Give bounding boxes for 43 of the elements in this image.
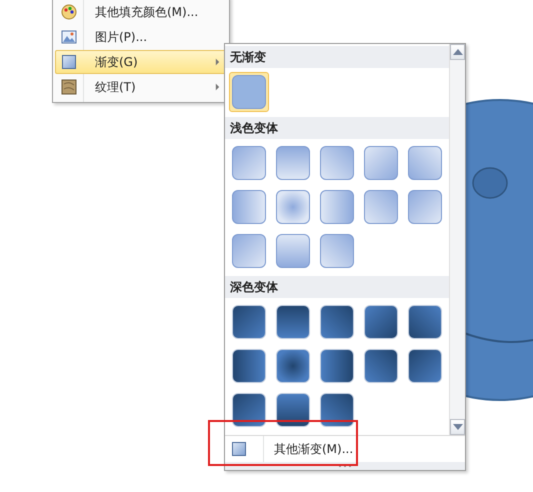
down-arrow-icon bbox=[452, 424, 462, 430]
gradient-square-icon bbox=[61, 54, 77, 70]
gradient-swatch[interactable] bbox=[317, 187, 357, 227]
gradient-swatch[interactable] bbox=[229, 302, 269, 342]
gradient-swatch[interactable] bbox=[229, 187, 269, 227]
gradient-swatch[interactable] bbox=[405, 187, 445, 227]
gradient-swatch[interactable] bbox=[405, 346, 445, 386]
section-header: 无渐变 bbox=[225, 46, 449, 68]
gradient-swatch[interactable] bbox=[317, 346, 357, 386]
gradient-swatch[interactable] bbox=[273, 187, 313, 227]
gradient-swatch[interactable] bbox=[229, 390, 269, 430]
gradient-swatch[interactable] bbox=[317, 143, 357, 183]
gradient-swatch[interactable] bbox=[273, 346, 313, 386]
gradient-swatch[interactable] bbox=[273, 390, 313, 430]
gradient-swatch[interactable] bbox=[273, 231, 313, 271]
gradient-swatch[interactable] bbox=[405, 143, 445, 183]
menu-item[interactable]: 图片(P)... bbox=[55, 25, 227, 49]
gradient-square-icon bbox=[231, 441, 247, 457]
section-header: 浅色变体 bbox=[225, 117, 449, 139]
gradient-swatch[interactable] bbox=[361, 346, 401, 386]
texture-icon bbox=[61, 79, 77, 95]
gradient-swatch[interactable] bbox=[317, 390, 357, 430]
menu-item[interactable]: 渐变(G) bbox=[55, 50, 227, 74]
palette-icon bbox=[61, 4, 77, 20]
section-header: 深色变体 bbox=[225, 276, 449, 298]
gradient-swatch[interactable] bbox=[229, 346, 269, 386]
up-arrow-icon bbox=[452, 49, 462, 55]
gradient-swatch[interactable] bbox=[361, 302, 401, 342]
picture-icon bbox=[61, 29, 77, 45]
gradient-swatch[interactable] bbox=[405, 302, 445, 342]
gradient-swatch[interactable] bbox=[229, 231, 269, 271]
gradient-swatch[interactable] bbox=[229, 143, 269, 183]
gradient-swatch[interactable] bbox=[361, 143, 401, 183]
scroll-down-button[interactable] bbox=[450, 419, 465, 435]
gradient-swatch[interactable] bbox=[317, 302, 357, 342]
gradient-swatch[interactable] bbox=[229, 72, 269, 112]
gradient-swatch[interactable] bbox=[273, 302, 313, 342]
menu-item[interactable]: 其他填充颜色(M)... bbox=[55, 0, 227, 24]
gradient-swatch[interactable] bbox=[273, 143, 313, 183]
menu-item[interactable]: 纹理(T) bbox=[55, 75, 227, 99]
scroll-up-button[interactable] bbox=[450, 44, 465, 60]
gradient-swatch[interactable] bbox=[361, 187, 401, 227]
gradient-swatch[interactable] bbox=[317, 231, 357, 271]
